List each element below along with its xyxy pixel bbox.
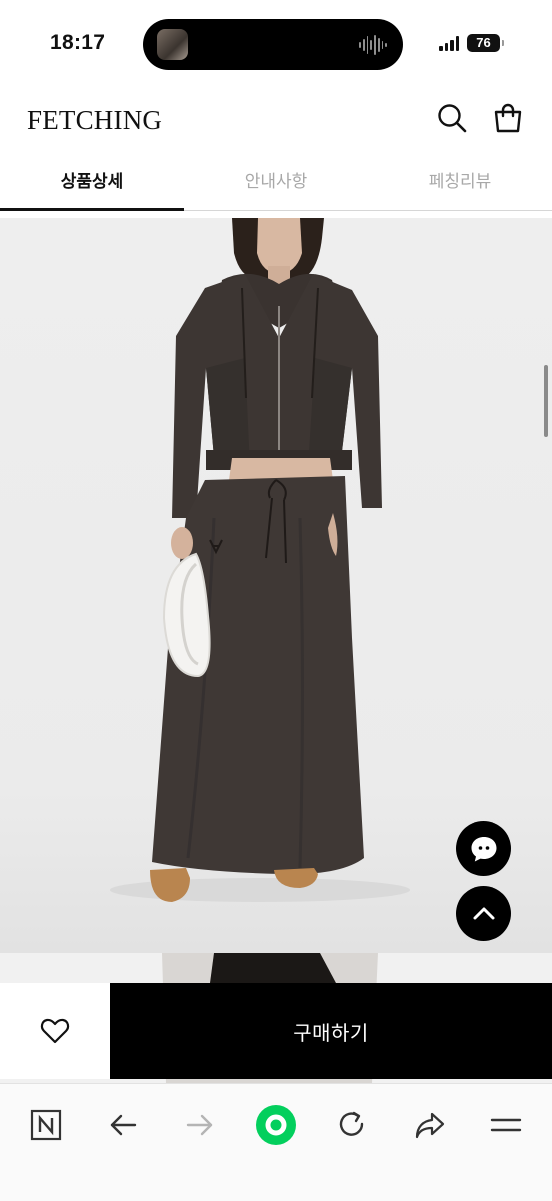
battery-icon: 76 (467, 34, 504, 52)
signal-icon (439, 35, 459, 51)
chat-button[interactable] (456, 821, 511, 876)
forward-arrow-icon (186, 1114, 213, 1136)
status-indicators: 76 (439, 34, 504, 52)
tab-notice[interactable]: 안내사항 (184, 158, 368, 210)
naver-home-button[interactable] (24, 1103, 68, 1147)
shopping-bag-icon (494, 103, 522, 133)
detail-tabs: 상품상세 안내사항 페칭리뷰 (0, 158, 552, 211)
heart-icon (40, 1018, 70, 1044)
audio-wave-icon (359, 34, 387, 56)
scrollbar[interactable] (544, 365, 548, 437)
search-icon (438, 104, 467, 133)
status-bar: 18:17 76 (0, 0, 552, 88)
green-dot-button[interactable] (254, 1103, 298, 1147)
app-header: FETCHING (0, 88, 552, 150)
back-button[interactable] (101, 1103, 145, 1147)
share-icon (415, 1112, 445, 1139)
menu-icon (490, 1118, 522, 1132)
browser-toolbar (0, 1083, 552, 1201)
brand-logo[interactable]: FETCHING (27, 105, 162, 136)
shopping-bag-button[interactable] (492, 102, 524, 134)
battery-level: 76 (476, 35, 491, 50)
now-playing-thumbnail (157, 29, 188, 60)
status-time: 18:17 (50, 31, 106, 54)
tab-reviews[interactable]: 페칭리뷰 (368, 158, 552, 210)
purchase-bar: 구매하기 (0, 983, 552, 1079)
green-dot-icon (256, 1105, 296, 1145)
search-button[interactable] (436, 102, 468, 134)
naver-icon (30, 1109, 62, 1141)
wishlist-button[interactable] (0, 983, 110, 1079)
buy-button[interactable]: 구매하기 (110, 983, 552, 1079)
chat-icon (471, 836, 496, 861)
tab-product-detail[interactable]: 상품상세 (0, 158, 184, 211)
menu-button[interactable] (484, 1103, 528, 1147)
share-button[interactable] (408, 1103, 452, 1147)
scroll-to-top-button[interactable] (456, 886, 511, 941)
arrow-up-icon (473, 907, 494, 919)
refresh-icon (339, 1111, 364, 1136)
refresh-button[interactable] (330, 1103, 374, 1147)
back-arrow-icon (110, 1114, 137, 1136)
dynamic-island[interactable] (143, 19, 403, 70)
forward-button[interactable] (178, 1103, 222, 1147)
